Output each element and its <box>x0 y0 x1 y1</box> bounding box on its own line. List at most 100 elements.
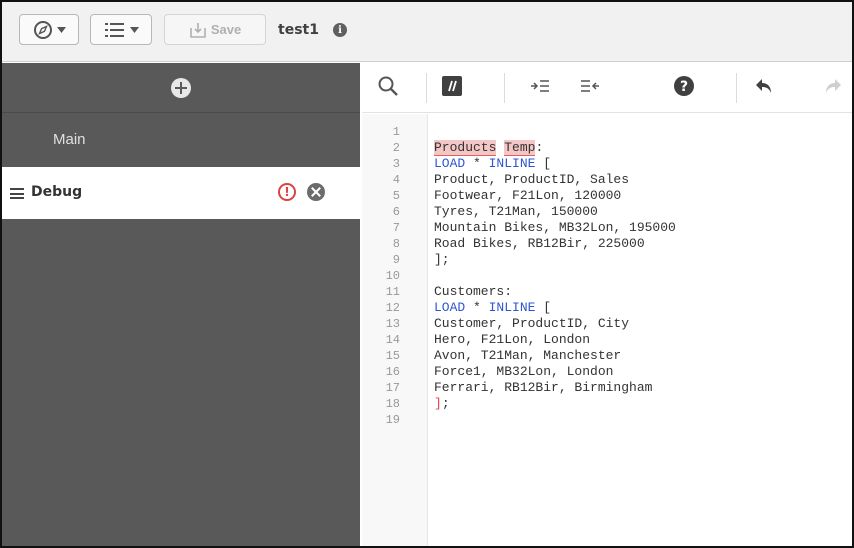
code-token: Footwear, F21Lon, 120000 <box>434 188 622 203</box>
code-token: Ferrari, RB12Bir, Birmingham <box>434 380 653 395</box>
line-number: 2 <box>392 141 400 155</box>
redo-button[interactable] <box>818 63 848 113</box>
code-token: Mountain Bikes, MB32Lon, 195000 <box>434 220 676 235</box>
code-line[interactable]: Mountain Bikes, MB32Lon, 195000 <box>434 220 676 236</box>
line-number: 1 <box>392 125 400 139</box>
drag-handle-icon[interactable] <box>10 188 24 199</box>
code-token: Avon, T21Man, Manchester <box>434 348 622 363</box>
script-editor[interactable]: 1 2 3 4 5 6 7 8 9 10 11 12 13 14 15 16 17 18 19 Products T… <box>362 114 852 546</box>
code-token: INLINE <box>488 300 536 315</box>
code-line[interactable]: Product, ProductID, Sales <box>434 172 629 188</box>
line-number: 13 <box>385 317 400 331</box>
code-token: INLINE <box>488 156 536 171</box>
data-manager-menu-button[interactable] <box>90 14 152 45</box>
line-number: 7 <box>392 221 400 235</box>
delete-section-icon[interactable] <box>307 183 325 201</box>
indent-icon <box>530 78 550 99</box>
line-number: 15 <box>385 349 400 363</box>
comment-button[interactable] <box>432 63 472 113</box>
code-token: Customer, ProductID, City <box>434 316 630 331</box>
code-token: Road Bikes, RB12Bir, 225000 <box>434 236 645 251</box>
code-token: [ <box>535 300 552 315</box>
code-line[interactable]: LOAD * INLINE [ <box>434 156 551 172</box>
line-number: 16 <box>385 365 400 379</box>
line-number: 19 <box>385 413 400 427</box>
compass-icon <box>33 20 53 40</box>
line-number: 17 <box>385 381 400 395</box>
help-icon: ? <box>673 75 695 102</box>
add-section-button[interactable] <box>2 63 360 113</box>
code-line[interactable]: Footwear, F21Lon, 120000 <box>434 188 621 204</box>
code-line[interactable]: Customer, ProductID, City <box>434 316 629 332</box>
undo-button[interactable] <box>746 63 782 113</box>
line-number: 5 <box>392 189 400 203</box>
line-number: 18 <box>385 397 400 411</box>
plus-icon <box>171 77 191 98</box>
search-button[interactable] <box>368 63 408 113</box>
top-toolbar: Save test1 i <box>2 2 852 62</box>
code-token: ]; <box>434 252 450 267</box>
chevron-down-icon <box>129 26 139 33</box>
line-number-gutter: 1 2 3 4 5 6 7 8 9 10 11 12 13 14 15 16 17 18 19 <box>362 114 428 546</box>
editor-toolbar: ? <box>362 63 852 113</box>
code-token: Customers: <box>434 284 513 299</box>
save-label: Save <box>210 22 242 37</box>
line-number: 12 <box>385 301 400 315</box>
search-icon <box>377 75 399 102</box>
sidebar-item-main[interactable]: Main <box>2 114 360 164</box>
code-token: LOAD <box>434 300 466 315</box>
line-number: 8 <box>392 237 400 251</box>
code-token: ; <box>441 396 450 411</box>
save-icon <box>189 21 207 39</box>
code-line[interactable]: Tyres, T21Man, 150000 <box>434 204 598 220</box>
code-token: Tyres, T21Man, 150000 <box>434 204 598 219</box>
redo-icon <box>824 78 842 99</box>
line-number: 6 <box>392 205 400 219</box>
list-icon <box>104 21 126 39</box>
line-number: 9 <box>392 253 400 267</box>
code-token: LOAD <box>434 156 466 171</box>
sidebar-item-label: Main <box>53 130 86 148</box>
code-line[interactable]: Avon, T21Man, Manchester <box>434 348 621 364</box>
app-window: Save test1 i Main Debug ! ? 1 2 3 4 5 6 … <box>0 0 854 548</box>
navigation-menu-button[interactable] <box>19 14 79 45</box>
code-token: * <box>465 300 489 315</box>
code-token: Temp <box>504 140 536 156</box>
code-token: Product, ProductID, Sales <box>434 172 630 187</box>
info-icon[interactable]: i <box>333 23 347 37</box>
save-button[interactable]: Save <box>164 14 266 45</box>
code-token: Products <box>434 140 497 156</box>
code-line[interactable]: ]; <box>434 396 450 412</box>
comment-icon <box>442 75 462 101</box>
line-number: 14 <box>385 333 400 347</box>
undo-icon <box>754 77 774 100</box>
code-line[interactable]: Ferrari, RB12Bir, Birmingham <box>434 380 652 396</box>
line-number: 11 <box>385 285 400 299</box>
code-token: Hero, F21Lon, London <box>434 332 591 347</box>
indent-button[interactable] <box>522 63 558 113</box>
code-line[interactable]: Customers: <box>434 284 512 300</box>
code-line[interactable]: LOAD * INLINE [ <box>434 300 551 316</box>
chevron-down-icon <box>56 26 66 33</box>
code-line[interactable]: Products Temp: <box>434 140 543 156</box>
line-number: 10 <box>385 269 400 283</box>
code-token: ] <box>434 396 442 411</box>
sidebar-item-debug[interactable]: Debug ! <box>2 167 360 219</box>
code-line[interactable]: Hero, F21Lon, London <box>434 332 590 348</box>
line-number: 4 <box>392 173 400 187</box>
sidebar-item-label: Debug <box>31 184 83 200</box>
code-token: [ <box>535 156 552 171</box>
svg-text:?: ? <box>680 79 688 95</box>
help-button[interactable]: ? <box>666 63 702 113</box>
code-token: Force1, MB32Lon, London <box>434 364 614 379</box>
app-name: test1 <box>278 22 319 38</box>
code-line[interactable]: Force1, MB32Lon, London <box>434 364 613 380</box>
line-number: 3 <box>392 157 400 171</box>
code-line[interactable]: Road Bikes, RB12Bir, 225000 <box>434 236 645 252</box>
code-line[interactable]: ]; <box>434 252 450 268</box>
code-token: * <box>465 156 489 171</box>
outdent-button[interactable] <box>572 63 608 113</box>
code-token: : <box>535 140 544 155</box>
error-icon: ! <box>278 183 296 201</box>
script-sections-sidebar: Main Debug ! <box>2 63 360 546</box>
